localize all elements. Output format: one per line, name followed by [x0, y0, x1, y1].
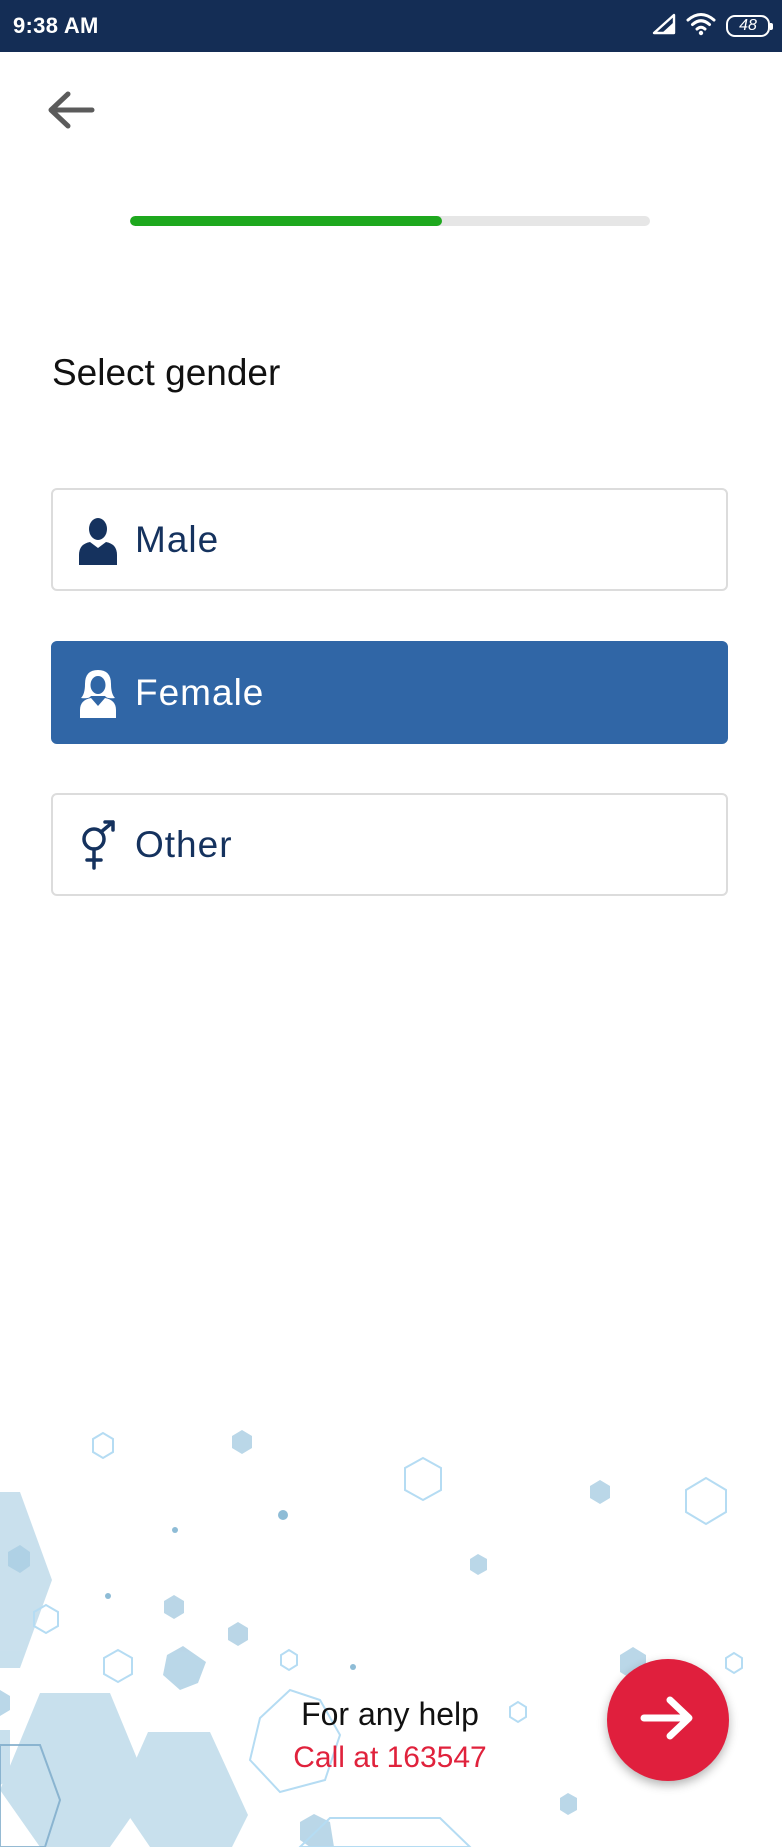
arrow-right-icon	[638, 1693, 698, 1748]
gender-option-male[interactable]: Male	[51, 488, 728, 591]
option-label: Other	[135, 823, 233, 865]
progress-bar	[130, 216, 650, 226]
option-label: Female	[135, 671, 265, 713]
next-button[interactable]	[607, 1659, 729, 1781]
female-user-icon	[77, 667, 119, 719]
battery-level: 48	[739, 17, 757, 34]
status-icons: 48	[652, 12, 773, 41]
male-user-icon	[77, 514, 119, 566]
back-button[interactable]	[44, 86, 104, 138]
help-phone-link[interactable]: Call at 163547	[240, 1736, 540, 1780]
status-time: 9:38 AM	[13, 13, 99, 38]
arrow-left-icon	[44, 89, 96, 136]
help-text: For any help	[301, 1696, 479, 1732]
help-block: For any help Call at 163547	[240, 1692, 540, 1780]
page-title: Select gender	[52, 352, 281, 393]
gender-option-other[interactable]: Other	[51, 793, 728, 896]
option-label: Male	[135, 518, 220, 560]
signal-icon	[652, 13, 676, 40]
status-bar: 9:38 AM 48	[0, 0, 782, 52]
battery-icon: 48	[726, 15, 773, 37]
wifi-icon	[686, 12, 716, 41]
gender-symbol-icon	[77, 819, 119, 871]
gender-option-female[interactable]: Female	[51, 641, 728, 744]
gender-selection-screen: 9:38 AM 48 Select gender Male Female Oth…	[0, 0, 782, 1847]
progress-fill	[130, 216, 442, 226]
